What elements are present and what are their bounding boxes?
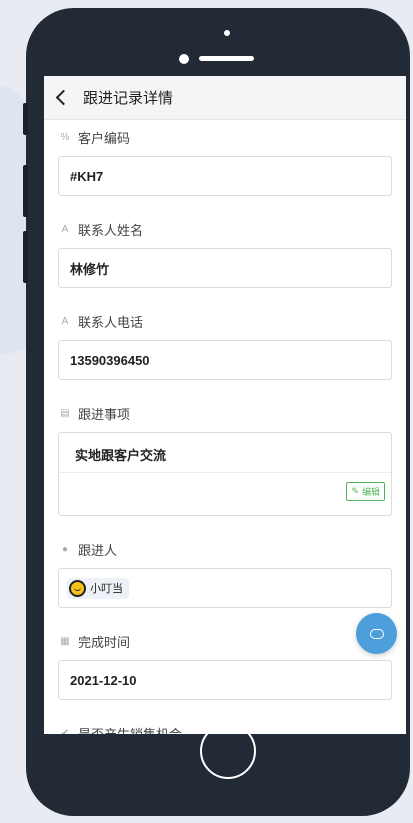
back-arrow-icon[interactable]	[55, 89, 72, 106]
follow-up-item-label: ▤ 跟进事项	[58, 404, 392, 422]
document-icon: ▤	[60, 407, 70, 419]
navbar: 跟进记录详情	[44, 76, 406, 120]
follow-up-item-field[interactable]: 实地跟客户交流 ✎ 编辑	[58, 432, 392, 516]
phone-sensor	[224, 30, 230, 36]
follower-label: ● 跟进人	[58, 540, 392, 558]
link-icon: %	[60, 131, 70, 143]
contact-name-field[interactable]: 林修竹	[58, 248, 392, 288]
phone-speaker	[199, 56, 254, 61]
person-icon: ●	[61, 543, 69, 555]
detail-form: % 客户编码 #KH7 A 联系人姓名 林修竹 A 联系人电话 13590396…	[44, 128, 406, 734]
follow-up-item-text: 实地跟客户交流	[59, 433, 391, 473]
pencil-icon: ✎	[351, 486, 359, 496]
customer-code-label: % 客户编码	[58, 128, 392, 146]
page-title: 跟进记录详情	[83, 90, 174, 107]
customer-code-field[interactable]: #KH7	[58, 156, 392, 196]
completion-time-label: ▦ 完成时间	[58, 632, 392, 650]
follower-field[interactable]: 小叮当	[58, 568, 392, 608]
edit-button[interactable]: ✎ 编辑	[346, 482, 385, 501]
contact-phone-field[interactable]: 13590396450	[58, 340, 392, 380]
phone-volume-down	[23, 231, 28, 283]
phone-camera	[179, 54, 189, 64]
calendar-icon: ▦	[60, 635, 70, 647]
phone-mute-switch	[23, 103, 28, 135]
chat-float-button[interactable]	[356, 613, 397, 654]
contact-name-label: A 联系人姓名	[58, 220, 392, 238]
text-icon: A	[61, 315, 69, 327]
avatar	[69, 579, 86, 597]
contact-phone-label: A 联系人电话	[58, 312, 392, 330]
completion-time-field[interactable]: 2021-12-10	[58, 660, 392, 700]
app-screen: 跟进记录详情 % 客户编码 #KH7 A 联系人姓名 林修竹 A 联系人电话 1…	[44, 76, 406, 734]
sales-opportunity-label: ✔ 是否产生销售机会	[58, 724, 392, 735]
chat-bubble-icon	[369, 628, 384, 639]
check-circle-icon: ✔	[60, 727, 70, 735]
text-icon: A	[61, 223, 69, 235]
phone-volume-up	[23, 165, 28, 217]
user-chip[interactable]: 小叮当	[67, 577, 129, 599]
